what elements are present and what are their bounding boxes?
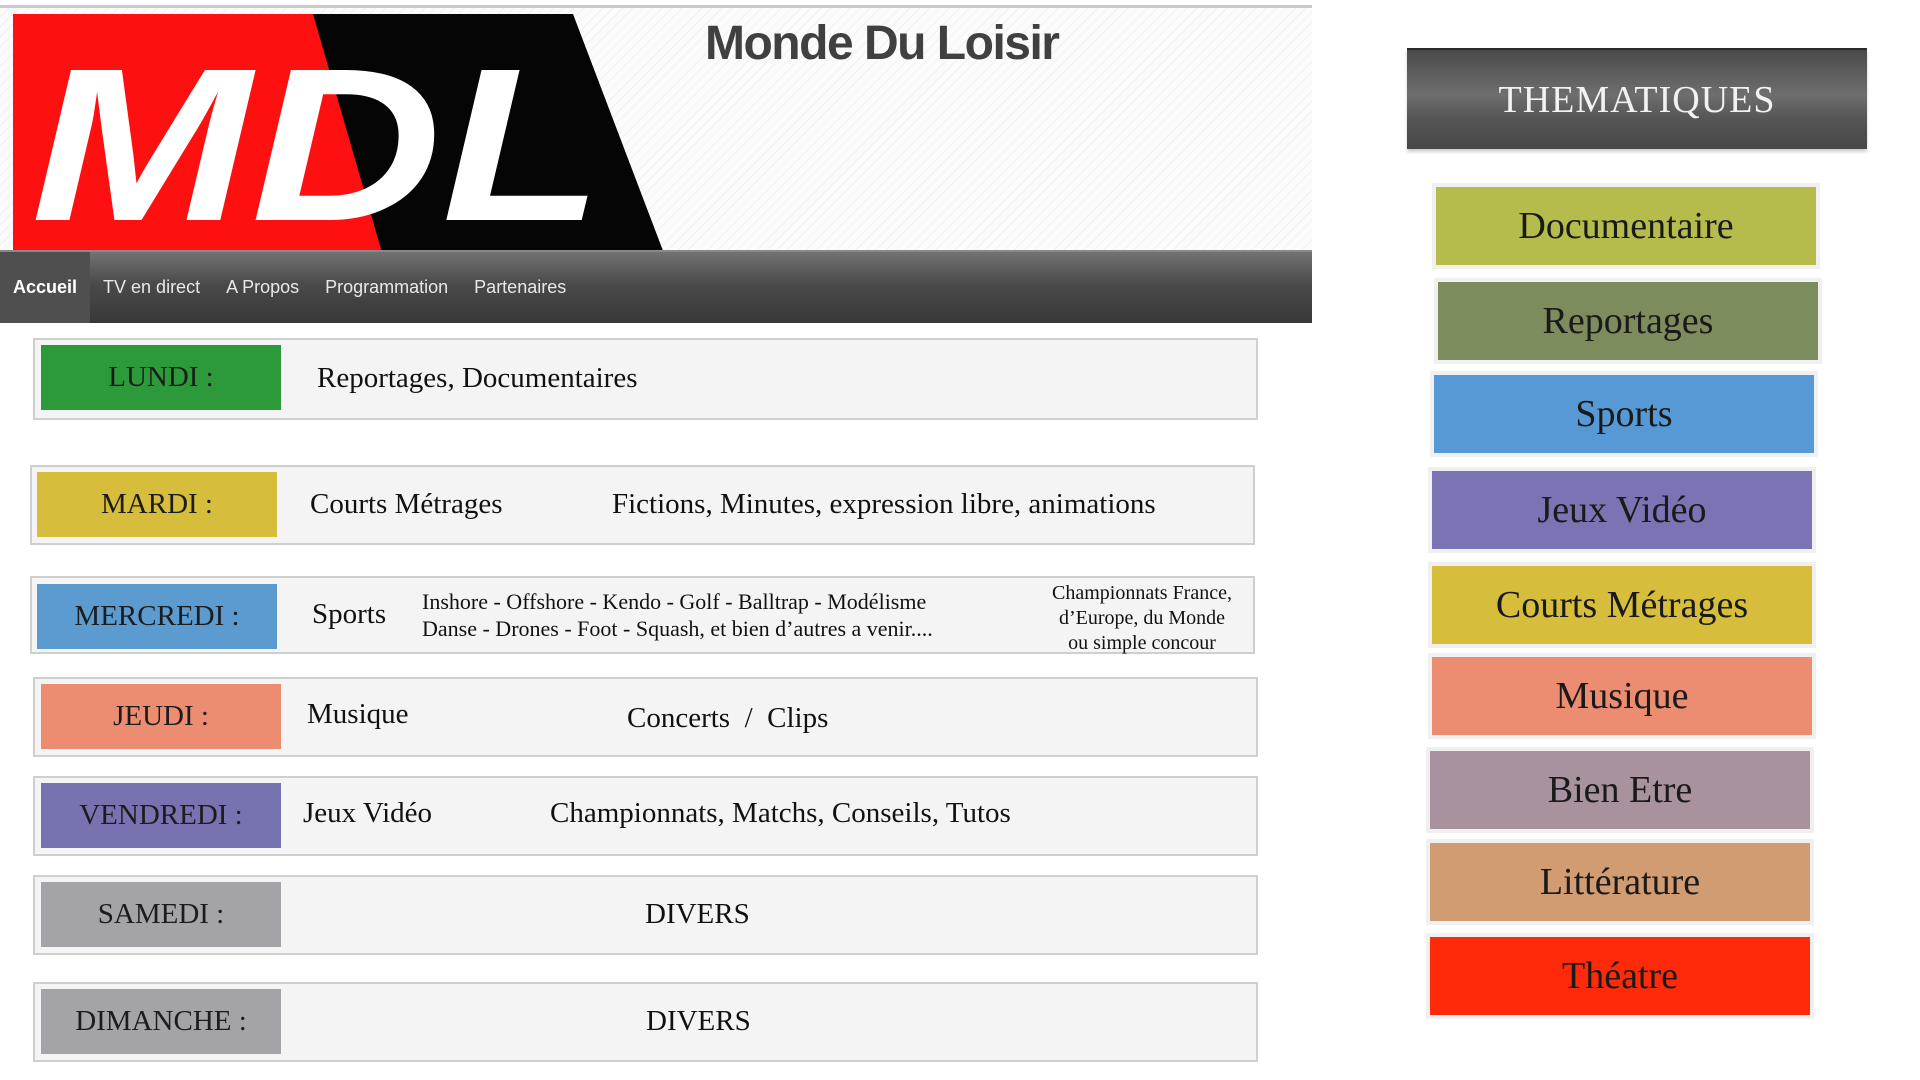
nav-partenaires[interactable]: Partenaires bbox=[461, 252, 579, 323]
row-detail-dimanche: DIVERS bbox=[646, 1005, 751, 1037]
row-main-jeudi: Musique bbox=[307, 698, 409, 730]
themes-title: THEMATIQUES bbox=[1407, 48, 1867, 149]
main-nav: Accueil TV en direct A Propos Programmat… bbox=[0, 250, 1312, 323]
schedule-row-vendredi: VENDREDI : Jeux Vidéo Championnats, Matc… bbox=[33, 776, 1258, 856]
row-main-vendredi: Jeux Vidéo bbox=[303, 797, 433, 829]
schedule-row-mardi: MARDI : Courts Métrages Fictions, Minute… bbox=[30, 465, 1255, 545]
day-label-mardi: MARDI : bbox=[37, 472, 277, 537]
nav-accueil[interactable]: Accueil bbox=[0, 252, 91, 323]
row-main-mercredi: Sports bbox=[312, 598, 387, 630]
schedule-row-dimanche: DIMANCHE : DIVERS bbox=[33, 982, 1258, 1062]
schedule-row-mercredi: MERCREDI : Sports Inshore - Offshore - K… bbox=[30, 576, 1255, 654]
day-label-mercredi: MERCREDI : bbox=[37, 584, 277, 649]
theme-jeux-video[interactable]: Jeux Vidéo bbox=[1432, 471, 1812, 549]
row-detail-jeudi: Concerts / Clips bbox=[627, 702, 829, 734]
theme-litterature[interactable]: Littérature bbox=[1430, 843, 1810, 921]
site-title: Monde Du Loisir bbox=[705, 17, 1060, 70]
theme-reportages[interactable]: Reportages bbox=[1438, 282, 1818, 360]
row-detail-mercredi: Inshore - Offshore - Kendo - Golf - Ball… bbox=[422, 588, 933, 642]
theme-courts-metrages[interactable]: Courts Métrages bbox=[1432, 566, 1812, 644]
row-extra-mercredi-line1: Championnats France, bbox=[1052, 582, 1232, 604]
schedule-row-lundi: LUNDI : Reportages, Documentaires bbox=[33, 338, 1258, 420]
logo-text: MDL bbox=[31, 24, 603, 253]
row-detail-mercredi-line2: Danse - Drones - Foot - Squash, et bien … bbox=[422, 616, 933, 641]
day-label-dimanche: DIMANCHE : bbox=[41, 989, 281, 1054]
row-extra-mercredi-line2: d’Europe, du Monde bbox=[1058, 607, 1226, 629]
theme-documentaire[interactable]: Documentaire bbox=[1436, 187, 1816, 265]
schedule-row-samedi: SAMEDI : DIVERS bbox=[33, 875, 1258, 955]
nav-a-propos[interactable]: A Propos bbox=[213, 252, 312, 323]
theme-musique[interactable]: Musique bbox=[1432, 657, 1812, 735]
row-extra-mercredi-line3: ou simple concour bbox=[1068, 632, 1216, 654]
row-detail-mercredi-line1: Inshore - Offshore - Kendo - Golf - Ball… bbox=[422, 589, 927, 614]
theme-theatre[interactable]: Théatre bbox=[1430, 937, 1810, 1015]
site-header: MDL Monde Du Loisir bbox=[0, 5, 1312, 253]
theme-bien-etre[interactable]: Bien Etre bbox=[1430, 751, 1810, 829]
row-detail-vendredi: Championnats, Matchs, Conseils, Tutos bbox=[550, 797, 1011, 829]
day-label-vendredi: VENDREDI : bbox=[41, 783, 281, 848]
row-extra-mercredi: Championnats France, d’Europe, du Monde … bbox=[1032, 581, 1252, 656]
theme-sports[interactable]: Sports bbox=[1434, 375, 1814, 453]
nav-programmation[interactable]: Programmation bbox=[312, 252, 461, 323]
row-detail-samedi: DIVERS bbox=[645, 898, 750, 930]
mdl-logo[interactable]: MDL bbox=[13, 14, 665, 253]
row-main-mardi: Courts Métrages bbox=[310, 488, 503, 520]
schedule-row-jeudi: JEUDI : Musique Concerts / Clips bbox=[33, 677, 1258, 757]
nav-tv-en-direct[interactable]: TV en direct bbox=[90, 252, 213, 323]
row-main-lundi: Reportages, Documentaires bbox=[317, 362, 638, 394]
day-label-jeudi: JEUDI : bbox=[41, 684, 281, 749]
day-label-samedi: SAMEDI : bbox=[41, 882, 281, 947]
day-label-lundi: LUNDI : bbox=[41, 345, 281, 410]
row-detail-mardi: Fictions, Minutes, expression libre, ani… bbox=[612, 488, 1156, 520]
